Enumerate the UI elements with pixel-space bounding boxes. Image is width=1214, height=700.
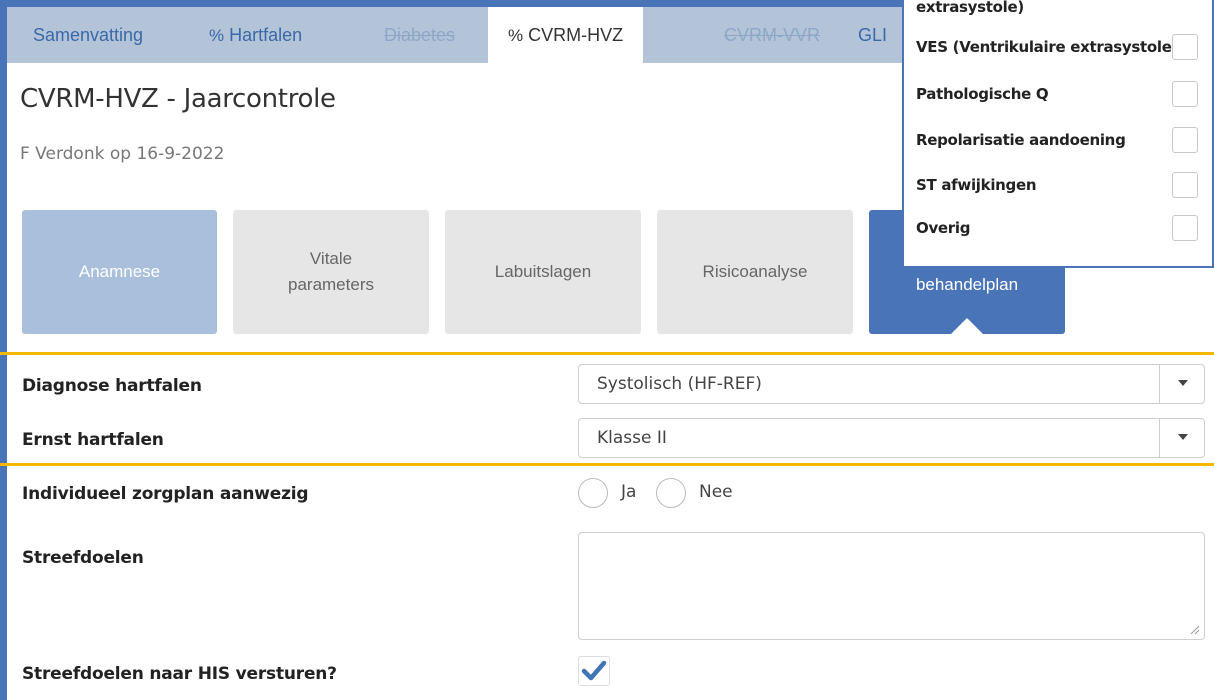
radio-ja[interactable] <box>578 478 608 508</box>
ecg-findings-dropdown: extrasystole) VES (Ventrikulaire extrasy… <box>902 0 1214 268</box>
zorgplan-label: Individueel zorgplan aanwezig <box>22 484 309 504</box>
tab-samenvatting[interactable]: Samenvatting <box>33 7 143 63</box>
select-divider <box>1159 365 1160 403</box>
radio-nee[interactable] <box>656 478 686 508</box>
step-vitale-parameters[interactable]: Vitale parameters <box>233 210 429 334</box>
dropdown-item-checkbox[interactable] <box>1172 215 1198 241</box>
step-label: Anamnese <box>78 262 161 281</box>
tab-label: Hartfalen <box>229 25 303 45</box>
radio-nee-label[interactable]: Nee <box>699 482 733 502</box>
step-label: Vitale parameters <box>288 249 374 294</box>
tab-label: GLI <box>858 25 888 45</box>
radio-ja-label[interactable]: Ja <box>621 482 636 502</box>
streefdoelen-label: Streefdoelen <box>22 548 144 568</box>
step-risicoanalyse[interactable]: Risicoanalyse <box>657 210 853 334</box>
tab-label: CVRM-HVZ <box>528 25 624 45</box>
tab-cvrm-vvr: CVRM-VVR <box>724 7 820 63</box>
link-icon: % <box>508 26 524 45</box>
dropdown-item-checkbox[interactable] <box>1172 34 1198 60</box>
tab-bar: Samenvatting % Hartfalen Diabetes % CVRM-H… <box>7 7 905 64</box>
dropdown-item-label: Repolarisatie aandoening <box>916 131 1126 149</box>
his-versturen-checkbox[interactable] <box>578 656 610 686</box>
step-label: Risicoanalyse <box>702 262 808 281</box>
dropdown-item-label: Pathologische Q <box>916 85 1049 103</box>
dropdown-item-checkbox[interactable] <box>1172 81 1198 107</box>
chevron-down-icon <box>1178 434 1188 440</box>
dropdown-item-label: VES (Ventrikulaire extrasystole) <box>916 38 1179 56</box>
select-value: Klasse II <box>597 428 667 448</box>
step-label: behandelplan <box>915 275 1019 294</box>
streefdoelen-textarea[interactable] <box>578 532 1205 640</box>
select-value: Systolisch (HF-REF) <box>597 374 762 394</box>
page-title: CVRM-HVZ - Jaarcontrole <box>20 84 336 114</box>
ernst-hartfalen-select[interactable]: Klasse II <box>578 418 1205 458</box>
step-labuitslagen[interactable]: Labuitslagen <box>445 210 641 334</box>
tab-diabetes: Diabetes <box>384 7 455 63</box>
dropdown-item-checkbox[interactable] <box>1172 127 1198 153</box>
select-divider <box>1159 419 1160 457</box>
highlight-line-bottom <box>0 463 1214 466</box>
dropdown-item-checkbox[interactable] <box>1172 172 1198 198</box>
tab-hartfalen[interactable]: % Hartfalen <box>209 7 302 63</box>
tab-gli[interactable]: GLI <box>858 7 887 63</box>
active-step-indicator <box>951 318 983 334</box>
his-versturen-label: Streefdoelen naar HIS versturen? <box>22 664 337 684</box>
diagnose-hartfalen-select[interactable]: Systolisch (HF-REF) <box>578 364 1205 404</box>
tab-label: Samenvatting <box>33 25 144 45</box>
dropdown-item-label: Overig <box>916 219 971 237</box>
ernst-hartfalen-label: Ernst hartfalen <box>22 430 164 450</box>
link-icon: % <box>209 26 225 45</box>
frame-border-left <box>0 0 7 700</box>
step-anamnese[interactable]: Anamnese <box>22 210 217 334</box>
tab-label: CVRM-VVR <box>724 25 821 45</box>
highlight-line-top <box>0 352 1214 355</box>
resize-handle-icon[interactable] <box>1190 625 1200 635</box>
frame-border-top <box>0 0 905 7</box>
diagnose-hartfalen-label: Diagnose hartfalen <box>22 376 202 396</box>
checkmark-icon <box>581 660 607 681</box>
dropdown-item-label: ST afwijkingen <box>916 176 1037 194</box>
step-label: Labuitslagen <box>494 262 592 281</box>
dropdown-partial-item: extrasystole) <box>916 0 1024 16</box>
chevron-down-icon <box>1178 380 1188 386</box>
tab-cvrm-hvz[interactable]: % CVRM-HVZ <box>488 7 644 64</box>
page-subtitle: F Verdonk op 16-9-2022 <box>20 144 225 164</box>
tab-label: Diabetes <box>384 25 456 45</box>
